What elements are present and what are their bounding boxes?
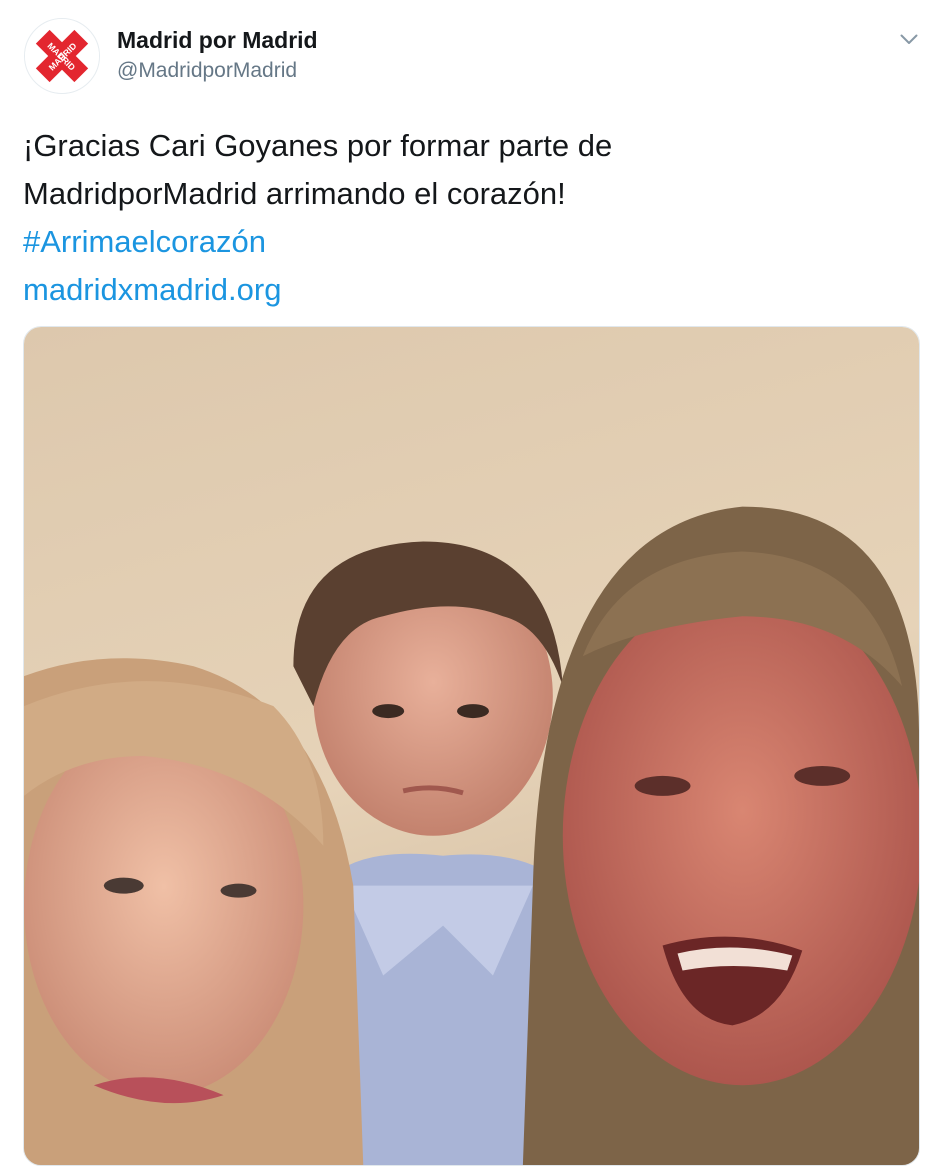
tweet-card: MADRID MADRID Madrid por Madrid @Madridp… [0,0,950,1166]
tweet-text: ¡Gracias Cari Goyanes por formar parte d… [23,122,923,314]
avatar[interactable]: MADRID MADRID [24,18,100,94]
tweet-text-line: ¡Gracias Cari Goyanes por formar parte d… [23,128,613,163]
madrid-x-logo-icon: MADRID MADRID [25,19,99,93]
tweet-video[interactable] [23,326,920,1166]
tweet-text-line: MadridporMadrid arrimando el corazón! [23,176,566,211]
author-handle[interactable]: @MadridporMadrid [117,59,297,83]
video-frame-image [24,327,919,1165]
chevron-down-icon [900,34,918,44]
hashtag-link[interactable]: #Arrimaelcorazón [23,224,266,259]
website-link[interactable]: madridxmadrid.org [23,272,281,307]
tweet-menu-button[interactable] [893,26,925,52]
author-display-name[interactable]: Madrid por Madrid [117,27,318,54]
